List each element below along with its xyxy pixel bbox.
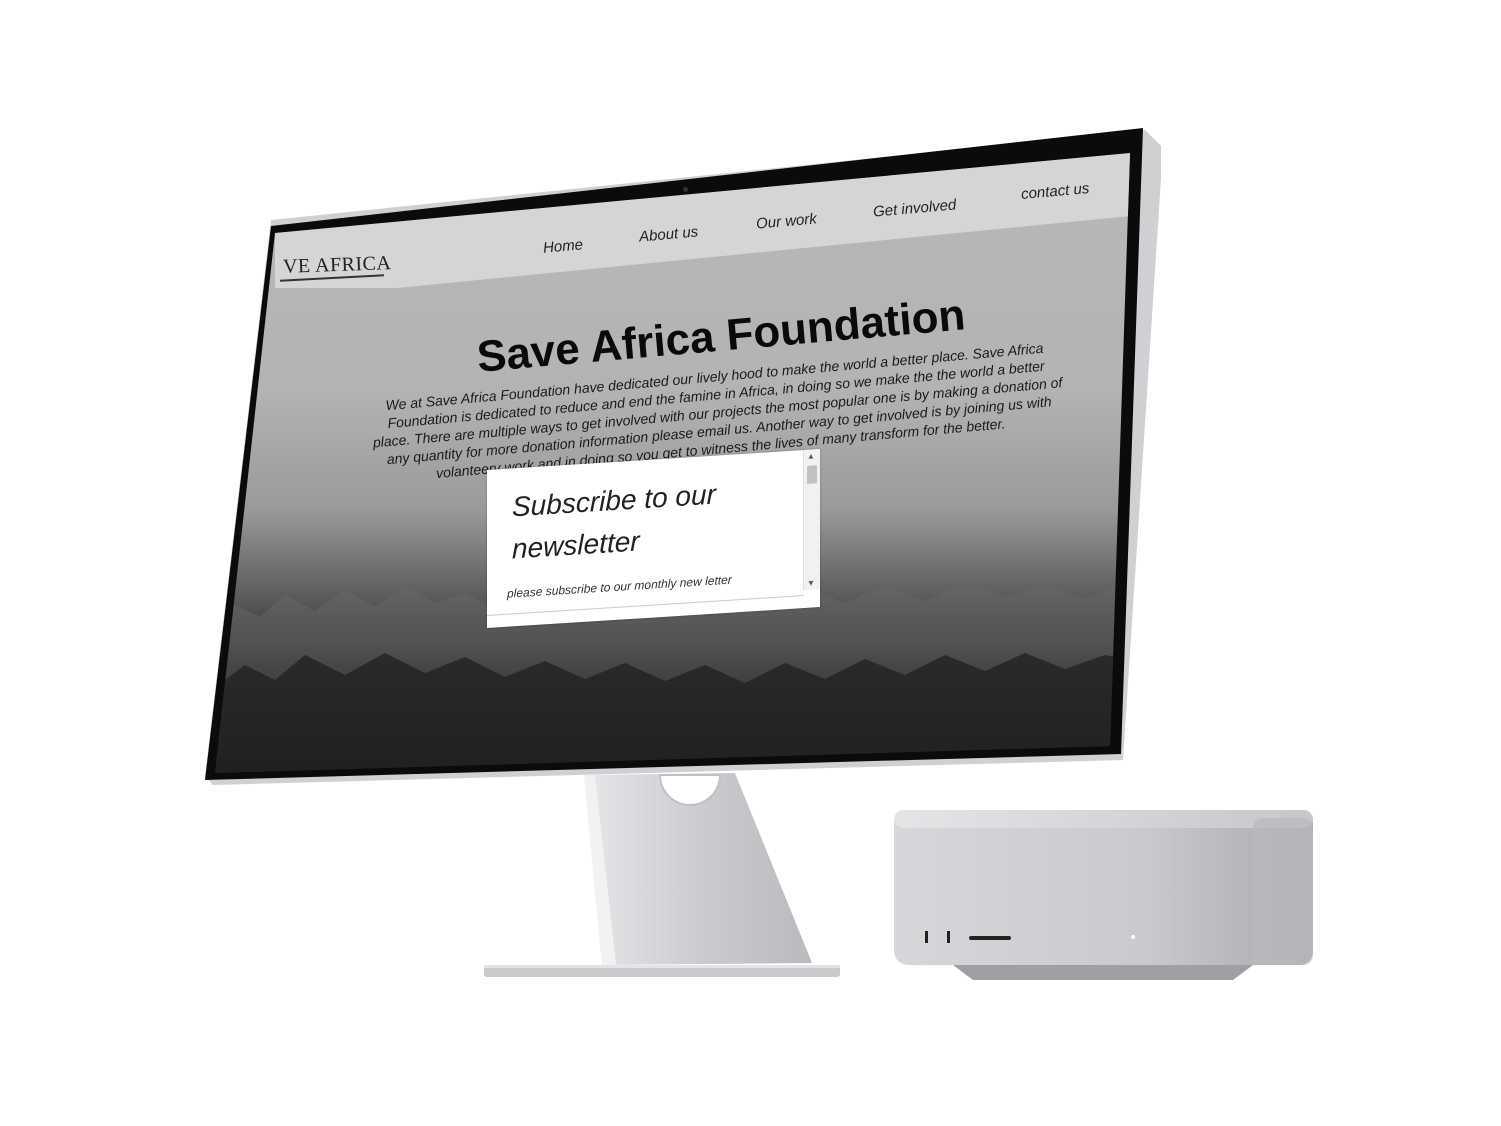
desktop-computer <box>894 810 1313 980</box>
website-page: VE AFRICA Home About us Our work Get inv… <box>215 153 1130 773</box>
screen: VE AFRICA Home About us Our work Get inv… <box>215 153 1130 773</box>
camera-icon <box>683 187 688 192</box>
newsletter-subtitle: please subscribe to our monthly new lett… <box>507 572 732 601</box>
scroll-up-icon[interactable]: ▲ <box>807 451 815 460</box>
newsletter-scrollbar[interactable]: ▲ ▼ <box>803 449 820 591</box>
monitor-stand <box>484 773 840 977</box>
scroll-thumb[interactable] <box>807 465 817 484</box>
newsletter-title: Subscribe to our newsletter <box>512 478 716 565</box>
display-monitor: VE AFRICA Home About us Our work Get inv… <box>205 128 1161 785</box>
nav-home[interactable]: Home <box>542 236 583 256</box>
newsletter-panel: Subscribe to our newsletter please subsc… <box>487 449 820 628</box>
scroll-down-icon[interactable]: ▼ <box>807 578 815 587</box>
